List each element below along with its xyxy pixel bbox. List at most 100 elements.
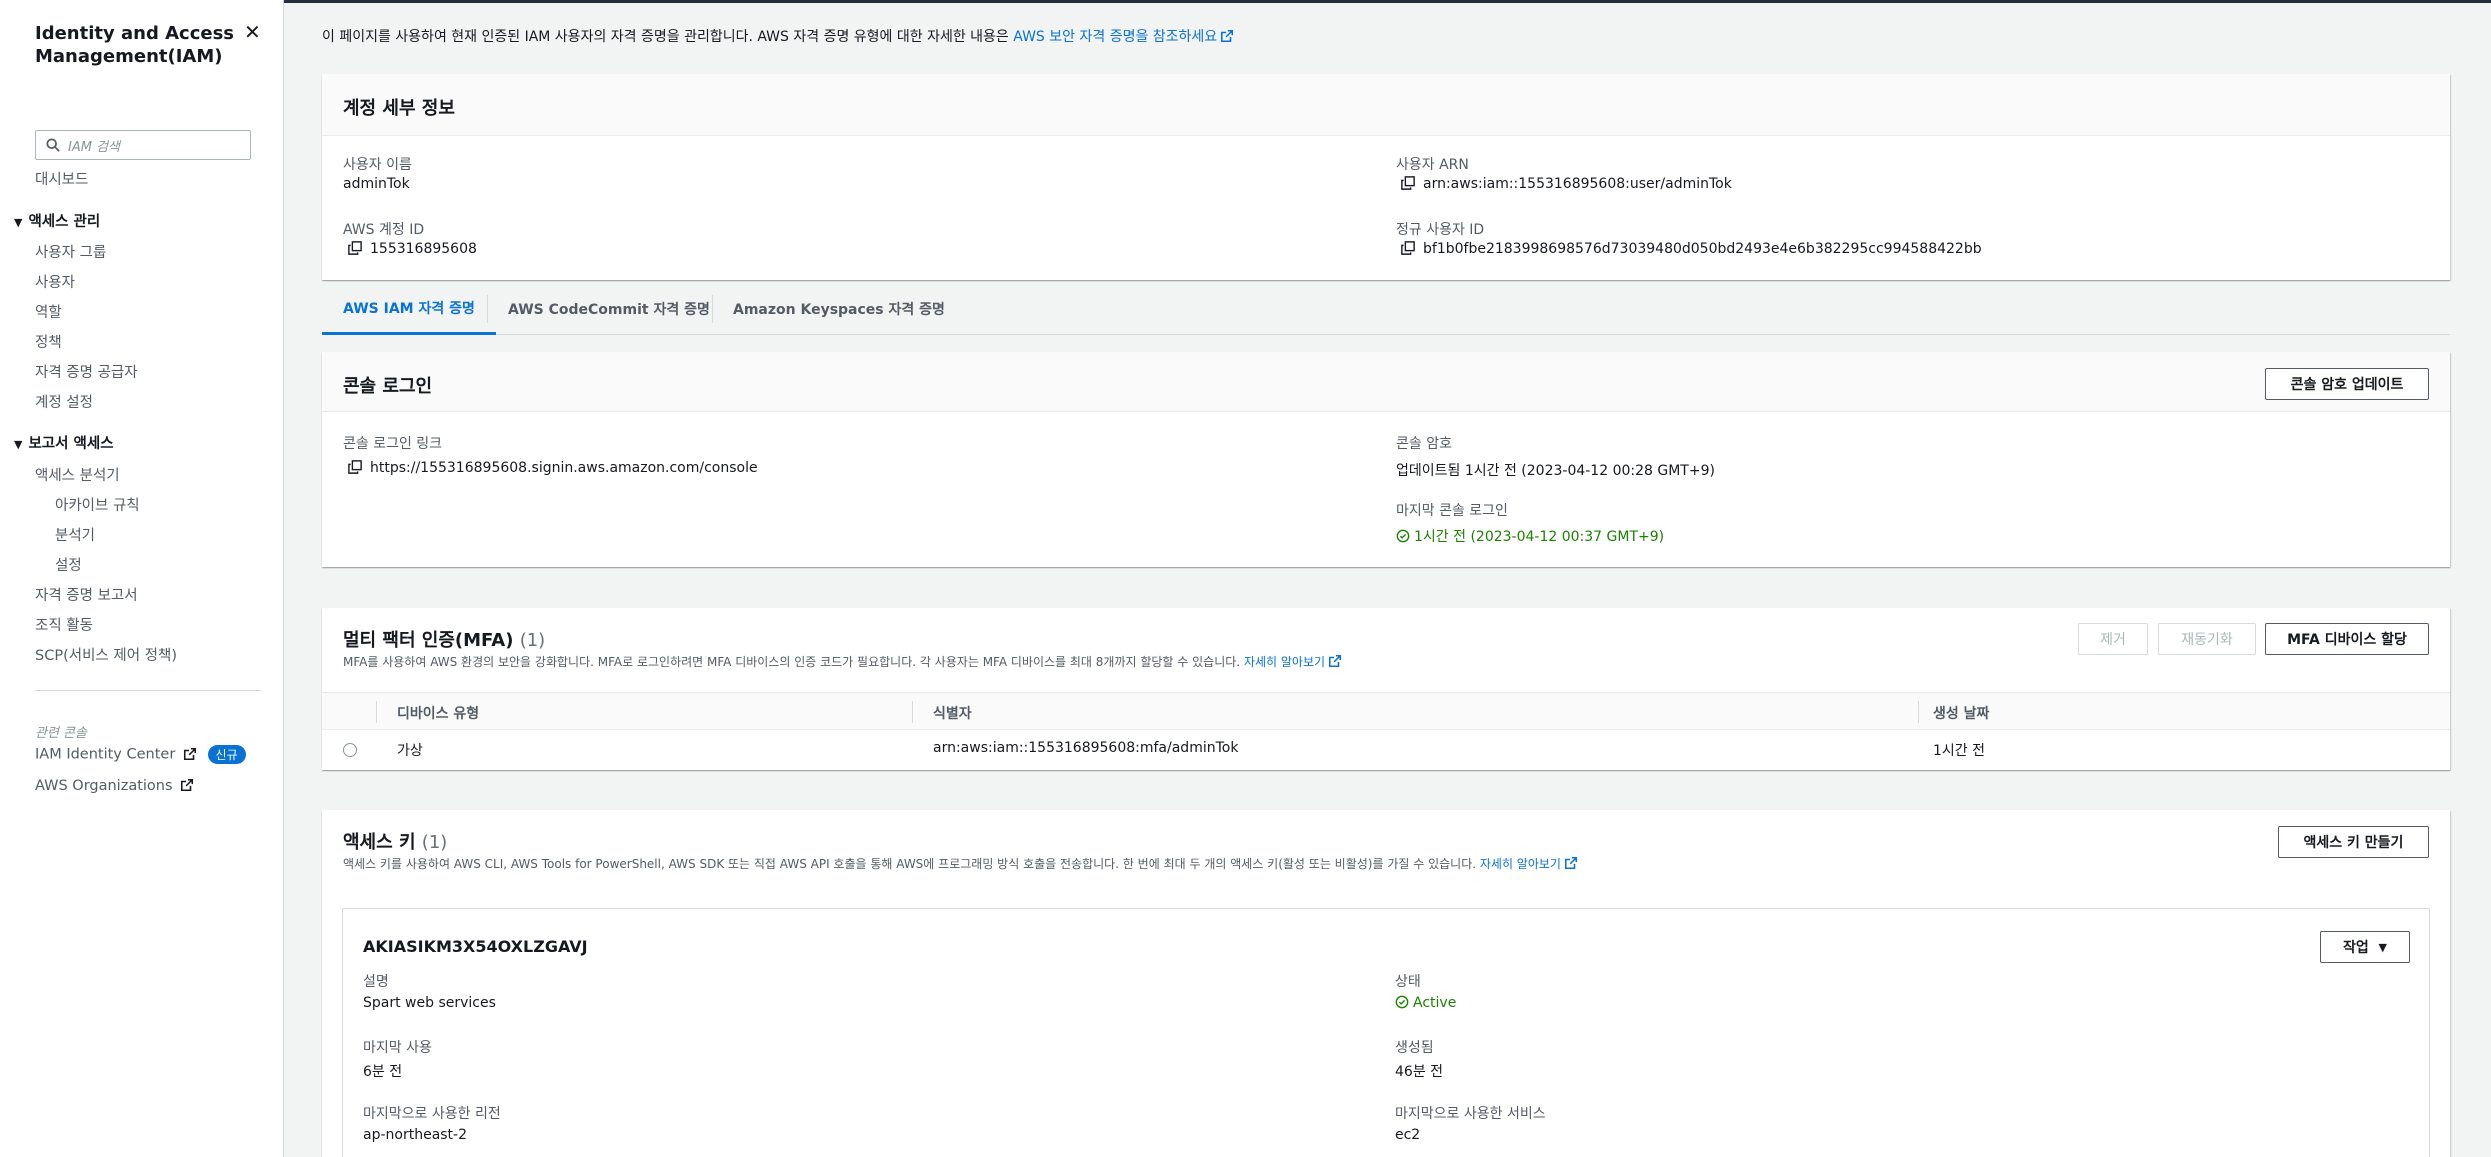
last-console-signin-value: 1시간 전 (2023-04-12 00:37 GMT+9): [1396, 526, 1664, 546]
access-keys-panel: 액세스 키 (1) 액세스 키를 사용하여 AWS CLI, AWS Tools…: [322, 810, 2450, 1157]
access-keys-description: 액세스 키를 사용하여 AWS CLI, AWS Tools for Power…: [343, 855, 1578, 872]
console-signin-title: 콘솔 로그인: [343, 376, 433, 397]
sidebar-section-access-management[interactable]: ▼ 액세스 관리: [14, 210, 100, 231]
column-header-device-type[interactable]: 디바이스 유형: [397, 703, 479, 723]
mfa-panel: 멀티 팩터 인증(MFA) (1) MFA를 사용하여 AWS 환경의 보안을 …: [322, 608, 2450, 770]
sidebar-item-archive-rules[interactable]: 아카이브 규칙: [55, 494, 140, 515]
actions-dropdown-button[interactable]: 작업 ▼: [2320, 931, 2410, 963]
caret-down-icon: ▼: [2378, 940, 2387, 954]
key-description-label: 설명: [363, 974, 389, 990]
row-select-radio[interactable]: [343, 743, 357, 757]
sidebar-item-analyzers[interactable]: 분석기: [55, 524, 95, 545]
created-value: 46분 전: [1395, 1064, 1444, 1080]
external-link-icon[interactable]: [1328, 654, 1342, 668]
sidebar-item-identity-providers[interactable]: 자격 증명 공급자: [35, 361, 138, 382]
security-credentials-link[interactable]: AWS 보안 자격 증명을 참조하세요: [1013, 29, 1217, 45]
external-link-icon[interactable]: [1564, 856, 1578, 870]
search-input[interactable]: IAM 검색: [35, 130, 251, 160]
sidebar-item-account-settings[interactable]: 계정 설정: [35, 391, 93, 412]
canonical-id-label: 정규 사용자 ID: [1396, 222, 1485, 238]
last-region-value: ap-northeast-2: [363, 1127, 468, 1143]
sidebar-item-access-analyzer[interactable]: 액세스 분석기: [35, 464, 120, 485]
copy-icon[interactable]: [348, 460, 362, 474]
external-link-icon[interactable]: [1220, 29, 1234, 43]
copy-icon[interactable]: [1401, 241, 1415, 255]
sidebar-item-credential-report[interactable]: 자격 증명 보고서: [35, 584, 138, 605]
sidebar-item-scp[interactable]: SCP(서비스 제어 정책): [35, 644, 177, 665]
sidebar-title: Identity and Access Management(IAM): [35, 23, 235, 67]
last-console-signin-label: 마지막 콘솔 로그인: [1396, 503, 1508, 519]
access-keys-desc-text: 액세스 키를 사용하여 AWS CLI, AWS Tools for Power…: [343, 857, 1480, 871]
sidebar-divider: [35, 690, 261, 691]
access-keys-learn-more-link[interactable]: 자세히 알아보기: [1480, 857, 1561, 871]
assign-mfa-device-button[interactable]: MFA 디바이스 할당: [2265, 623, 2429, 655]
sidebar-item-users[interactable]: 사용자: [35, 271, 75, 292]
tab-codecommit-credentials[interactable]: AWS CodeCommit 자격 증명: [488, 283, 730, 335]
username-value: adminTok: [343, 176, 410, 192]
last-used-value: 6분 전: [363, 1064, 403, 1080]
last-service-label: 마지막으로 사용한 서비스: [1395, 1106, 1546, 1122]
close-icon[interactable]: ✕: [244, 20, 261, 44]
access-key-card: AKIASIKM3X54OXLZGAVJ 작업 ▼ 설명 Spart web s…: [342, 908, 2430, 1157]
link-label: IAM Identity Center: [35, 746, 176, 763]
mfa-table-header: 디바이스 유형 식별자 생성 날짜: [322, 692, 2450, 730]
console-password-label: 콘솔 암호: [1396, 436, 1452, 452]
column-header-identifier[interactable]: 식별자: [933, 703, 972, 723]
last-region-label: 마지막으로 사용한 리전: [363, 1106, 501, 1122]
section-label: 보고서 액세스: [28, 436, 114, 452]
link-label: AWS Organizations: [35, 778, 173, 794]
column-header-created[interactable]: 생성 날짜: [1933, 703, 1989, 723]
arn-label: 사용자 ARN: [1396, 157, 1469, 173]
sidebar-link-identity-center[interactable]: IAM Identity Center 신규: [35, 745, 246, 764]
tab-iam-credentials[interactable]: AWS IAM 자격 증명: [322, 283, 496, 335]
sidebar-section-access-reports[interactable]: ▼ 보고서 액세스: [14, 432, 114, 453]
access-keys-title: 액세스 키 (1): [343, 828, 447, 854]
canonical-id-value: bf1b0fbe2183998698576d73039480d050bd2493…: [1401, 241, 1982, 257]
sidebar-item-user-groups[interactable]: 사용자 그룹: [35, 241, 106, 262]
sidebar-item-dashboard[interactable]: 대시보드: [35, 168, 88, 189]
console-link-value: https://155316895608.signin.aws.amazon.c…: [348, 460, 758, 476]
mfa-count: (1): [519, 630, 546, 651]
panel-header: 콘솔 로그인 콘솔 암호 업데이트: [322, 352, 2450, 412]
arn-text: arn:aws:iam::155316895608:user/adminTok: [1423, 176, 1732, 192]
account-id-value: 155316895608: [348, 241, 477, 257]
related-consoles-label: 관련 콘솔: [35, 726, 87, 741]
success-icon: [1396, 529, 1410, 543]
new-badge: 신규: [207, 745, 246, 764]
sidebar-item-policies[interactable]: 정책: [35, 331, 62, 352]
mfa-title-text: 멀티 팩터 인증(MFA): [343, 630, 514, 651]
search-icon: [46, 138, 60, 152]
copy-icon[interactable]: [348, 241, 362, 255]
create-access-key-button[interactable]: 액세스 키 만들기: [2278, 826, 2429, 858]
sidebar-item-roles[interactable]: 역할: [35, 301, 62, 322]
external-link-icon: [181, 778, 194, 792]
column-separator: [912, 701, 913, 723]
created-cell: 1시간 전: [1933, 743, 1985, 759]
console-link-text[interactable]: https://155316895608.signin.aws.amazon.c…: [370, 460, 758, 476]
update-console-password-button[interactable]: 콘솔 암호 업데이트: [2265, 368, 2429, 400]
canonical-id-text: bf1b0fbe2183998698576d73039480d050bd2493…: [1423, 241, 1982, 257]
sidebar-link-organizations[interactable]: AWS Organizations: [35, 778, 194, 794]
copy-icon[interactable]: [1401, 176, 1415, 190]
sidebar: Identity and Access Management(IAM) ✕ IA…: [0, 0, 284, 1157]
access-keys-count: (1): [421, 832, 448, 853]
sidebar-item-analyzer-settings[interactable]: 설정: [55, 554, 82, 575]
mfa-learn-more-link[interactable]: 자세히 알아보기: [1244, 655, 1325, 669]
resync-mfa-button[interactable]: 재동기화: [2158, 623, 2256, 655]
username-label: 사용자 이름: [343, 157, 412, 173]
last-service-value: ec2: [1395, 1127, 1421, 1143]
top-bar: [284, 0, 2491, 3]
credentials-tabs: AWS IAM 자격 증명 AWS CodeCommit 자격 증명 Amazo…: [322, 283, 2450, 335]
key-description-value: Spart web services: [363, 995, 496, 1011]
status-text: Active: [1413, 995, 1457, 1011]
account-id-text: 155316895608: [370, 241, 477, 257]
remove-mfa-button[interactable]: 제거: [2078, 623, 2148, 655]
sidebar-item-organization-activity[interactable]: 조직 활동: [35, 614, 93, 635]
external-link-icon: [183, 747, 196, 760]
key-status-value: Active: [1395, 995, 1456, 1011]
panel-header: 계정 세부 정보: [322, 74, 2450, 136]
account-id-label: AWS 계정 ID: [343, 222, 425, 238]
mfa-description: MFA를 사용하여 AWS 환경의 보안을 강화합니다. MFA로 로그인하려면…: [343, 653, 1342, 670]
created-label: 생성됨: [1395, 1040, 1434, 1056]
tab-keyspaces-credentials[interactable]: Amazon Keyspaces 자격 증명: [713, 283, 965, 335]
